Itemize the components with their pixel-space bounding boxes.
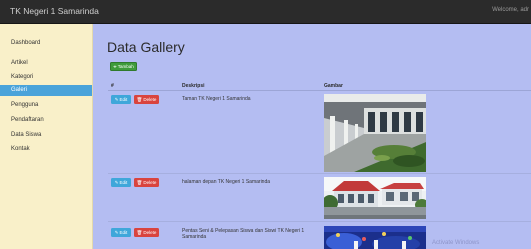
- edit-button[interactable]: ✎Edit: [111, 95, 131, 104]
- row-description: halaman depan TK Negeri 1 Samarinda: [182, 179, 271, 185]
- row-description: Taman TK Negeri 1 Samarinda: [182, 96, 251, 102]
- header-divider: [108, 90, 531, 91]
- add-button-label: Tambah: [117, 64, 134, 69]
- gallery-image-thumbnail[interactable]: [324, 226, 426, 249]
- sidebar-item-kategori[interactable]: Kategori: [0, 72, 92, 83]
- edit-button[interactable]: ✎Edit: [111, 228, 131, 237]
- row-divider: [108, 221, 531, 222]
- edit-icon: ✎: [114, 180, 119, 185]
- sidebar-item-kontak[interactable]: Kontak: [0, 144, 92, 155]
- sidebar-item-pendaftaran[interactable]: Pendaftaran: [0, 115, 92, 126]
- delete-button[interactable]: 🗑︎Delete: [134, 95, 159, 104]
- top-navbar: TK Negeri 1 Samarinda Welcome, adr: [0, 0, 531, 24]
- gallery-image-thumbnail[interactable]: [324, 94, 426, 172]
- edit-icon: ✎: [114, 230, 119, 235]
- column-header-deskripsi: Deskripsi: [182, 83, 205, 89]
- row-divider: [108, 173, 531, 174]
- delete-button[interactable]: 🗑︎Delete: [134, 178, 159, 187]
- edit-button[interactable]: ✎Edit: [111, 178, 131, 187]
- gallery-image-thumbnail[interactable]: [324, 177, 426, 219]
- row-description: Pentas Seni & Pelepasan Siswa dan Siswi …: [182, 228, 305, 240]
- welcome-text[interactable]: Welcome, adr: [492, 7, 529, 13]
- trash-icon: 🗑︎: [136, 230, 143, 235]
- activate-windows-watermark: Activate Windows: [432, 240, 480, 246]
- school-front-building-photo: [324, 177, 426, 219]
- delete-button-label: Delete: [143, 180, 157, 185]
- delete-button[interactable]: 🗑︎Delete: [134, 228, 159, 237]
- sidebar-item-dashboard[interactable]: Dashboard: [0, 38, 92, 49]
- sidebar: Dashboard Artikel Kategori Galeri Penggu…: [0, 24, 93, 249]
- column-header-number: #: [111, 83, 114, 89]
- edit-button-label: Edit: [119, 180, 128, 185]
- sidebar-item-data-siswa[interactable]: Data Siswa: [0, 130, 92, 141]
- sidebar-item-artikel[interactable]: Artikel: [0, 58, 92, 69]
- edit-button-label: Edit: [119, 230, 128, 235]
- add-button[interactable]: ➕︎Tambah: [110, 62, 137, 71]
- trash-icon: 🗑︎: [136, 97, 143, 102]
- delete-button-label: Delete: [143, 97, 157, 102]
- plus-circle-icon: ➕︎: [113, 64, 117, 69]
- school-garden-corridor-photo: [324, 94, 426, 172]
- brand-title[interactable]: TK Negeri 1 Samarinda: [10, 6, 99, 16]
- page-title: Data Gallery: [107, 39, 185, 55]
- sidebar-item-galeri[interactable]: Galeri: [0, 85, 92, 96]
- stage-performance-photo: [324, 226, 426, 249]
- delete-button-label: Delete: [143, 230, 157, 235]
- edit-button-label: Edit: [119, 97, 128, 102]
- trash-icon: 🗑︎: [136, 180, 143, 185]
- column-header-gambar: Gambar: [324, 83, 343, 89]
- edit-icon: ✎: [114, 97, 119, 102]
- sidebar-item-pengguna[interactable]: Pengguna: [0, 100, 92, 111]
